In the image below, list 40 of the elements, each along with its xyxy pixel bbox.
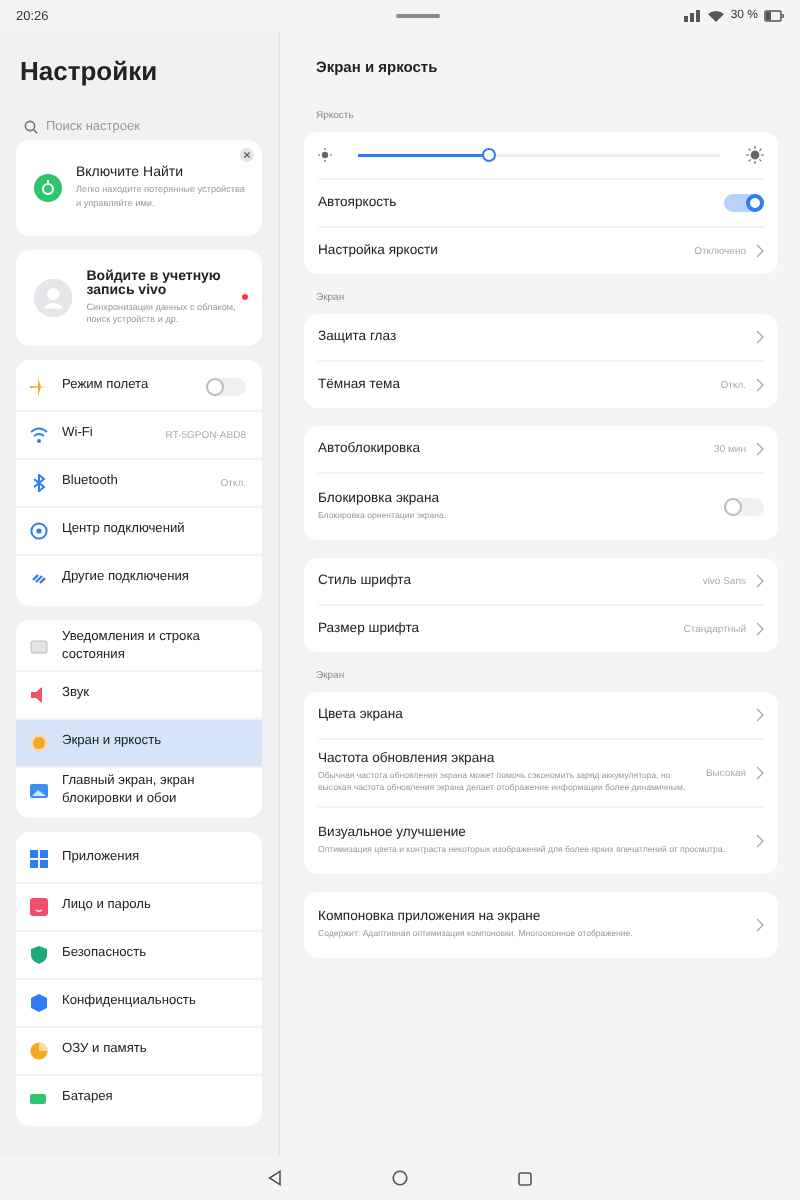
face-icon (30, 898, 48, 916)
cube-icon (30, 994, 48, 1012)
chevron-icon[interactable] (756, 378, 764, 392)
chevron-icon[interactable] (756, 766, 764, 780)
toggle-switch[interactable] (724, 194, 764, 212)
speaker-icon (30, 686, 48, 704)
network-icon (30, 522, 48, 540)
shield-icon (30, 946, 48, 964)
page-title: Настройки (20, 56, 160, 86)
high-brightness-icon (746, 146, 764, 164)
back-icon[interactable] (268, 1170, 282, 1186)
notification-icon (30, 638, 48, 656)
search-icon (24, 119, 38, 133)
wallpaper-icon (30, 782, 48, 800)
signal-icon (684, 10, 703, 22)
pie-chart-icon (30, 1042, 48, 1060)
apps-icon (30, 850, 48, 868)
bluetooth-icon (30, 474, 48, 492)
location-icon (34, 174, 62, 202)
close-icon[interactable] (240, 148, 254, 162)
toggle-switch[interactable] (206, 378, 246, 396)
chevron-icon[interactable] (756, 918, 764, 932)
recents-icon[interactable] (518, 1171, 532, 1185)
wifi-icon (30, 426, 48, 444)
chevron-icon[interactable] (756, 244, 764, 258)
avatar-icon (34, 278, 73, 318)
sun-icon (30, 734, 48, 752)
battery-icon (764, 10, 784, 22)
chevron-icon[interactable] (756, 708, 764, 722)
battery-icon (30, 1090, 48, 1108)
low-brightness-icon (318, 148, 332, 162)
chevron-icon[interactable] (756, 834, 764, 848)
home-icon[interactable] (392, 1170, 408, 1186)
wifi-icon (708, 10, 725, 22)
chevron-icon[interactable] (756, 330, 764, 344)
drag-handle[interactable] (396, 14, 440, 18)
chevron-icon[interactable] (756, 574, 764, 588)
chevron-icon[interactable] (756, 442, 764, 456)
chevron-icon[interactable] (756, 622, 764, 636)
toggle-switch[interactable] (724, 498, 764, 516)
